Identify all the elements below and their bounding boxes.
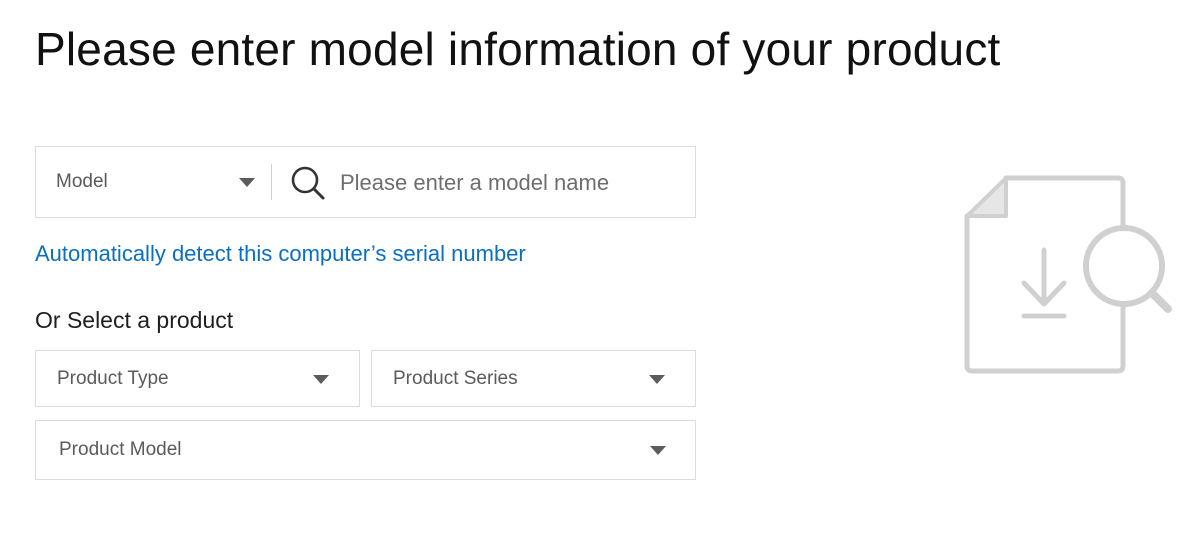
model-search-bar: Model [35, 146, 696, 218]
product-model-label: Product Model [59, 439, 182, 460]
product-series-label: Product Series [393, 368, 518, 389]
product-model-select[interactable]: Product Model [35, 420, 696, 480]
caret-down-icon [650, 446, 666, 455]
product-type-label: Product Type [57, 368, 169, 389]
search-type-value: Model [56, 171, 108, 192]
model-name-input[interactable] [340, 161, 680, 205]
divider [271, 164, 272, 200]
caret-down-icon [239, 178, 255, 187]
page-title: Please enter model information of your p… [35, 23, 1001, 75]
search-icon[interactable] [290, 165, 326, 201]
auto-detect-serial-link[interactable]: Automatically detect this computer’s ser… [35, 241, 526, 267]
caret-down-icon [649, 375, 665, 384]
search-type-select[interactable]: Model [36, 147, 268, 217]
caret-down-icon [313, 375, 329, 384]
select-product-heading: Or Select a product [35, 307, 234, 333]
document-download-search-icon [964, 175, 1172, 374]
product-series-select[interactable]: Product Series [371, 350, 696, 407]
product-type-select[interactable]: Product Type [35, 350, 360, 407]
